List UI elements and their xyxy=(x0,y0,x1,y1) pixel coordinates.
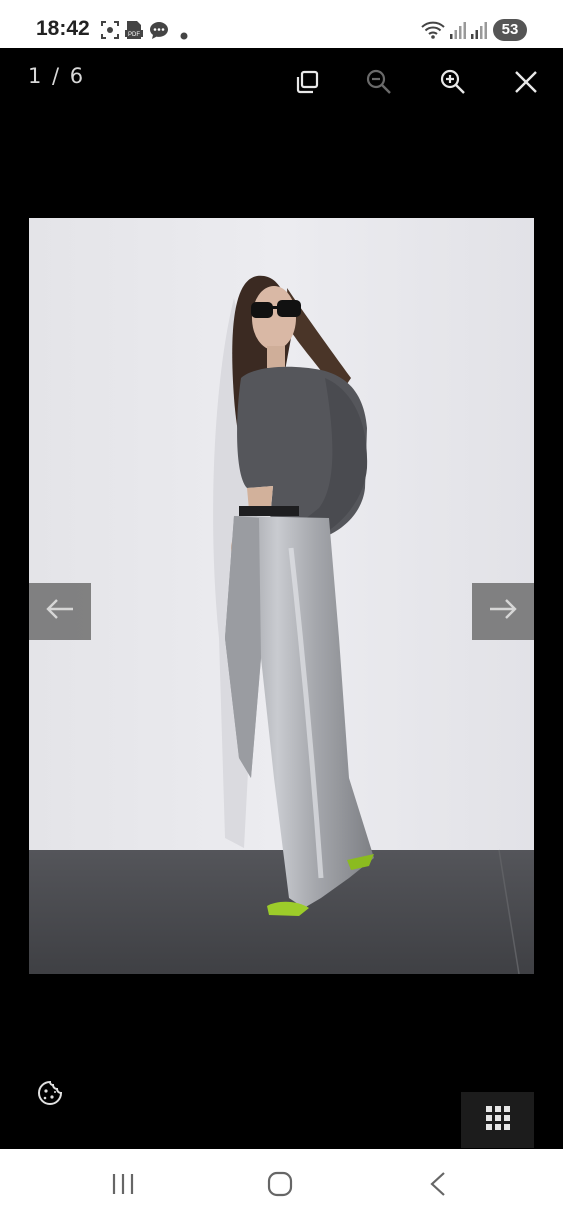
screenshot-icon xyxy=(100,20,120,45)
battery-indicator: 53 xyxy=(493,19,527,41)
status-bar: 18:42 PDF 53 xyxy=(0,0,563,48)
svg-text:PDF: PDF xyxy=(128,32,140,38)
grid-view-button[interactable] xyxy=(461,1092,534,1148)
arrow-left-icon xyxy=(45,598,75,625)
status-time: 18:42 xyxy=(36,17,90,40)
cookie-icon[interactable] xyxy=(36,1079,64,1107)
home-icon[interactable] xyxy=(260,1169,300,1199)
product-photo-illustration xyxy=(29,218,534,974)
previous-image-button[interactable] xyxy=(29,583,91,640)
duplicate-icon[interactable] xyxy=(289,64,325,100)
wifi-icon xyxy=(420,20,446,45)
recents-icon[interactable] xyxy=(103,1169,143,1199)
grid-icon xyxy=(485,1105,511,1136)
pdf-icon: PDF xyxy=(125,20,143,45)
close-icon[interactable] xyxy=(508,64,544,100)
notification-dot-icon xyxy=(180,27,188,45)
zoom-in-icon[interactable] xyxy=(435,64,471,100)
signal-icon-2 xyxy=(470,20,488,45)
zoom-out-icon[interactable] xyxy=(361,64,397,100)
next-image-button[interactable] xyxy=(472,583,534,640)
product-photo[interactable] xyxy=(29,218,534,974)
system-nav-bar xyxy=(0,1149,563,1219)
back-icon[interactable] xyxy=(418,1169,458,1199)
arrow-right-icon xyxy=(488,598,518,625)
signal-icon xyxy=(449,20,467,45)
image-counter: 1 / 6 xyxy=(28,64,86,88)
messages-icon xyxy=(149,20,169,45)
